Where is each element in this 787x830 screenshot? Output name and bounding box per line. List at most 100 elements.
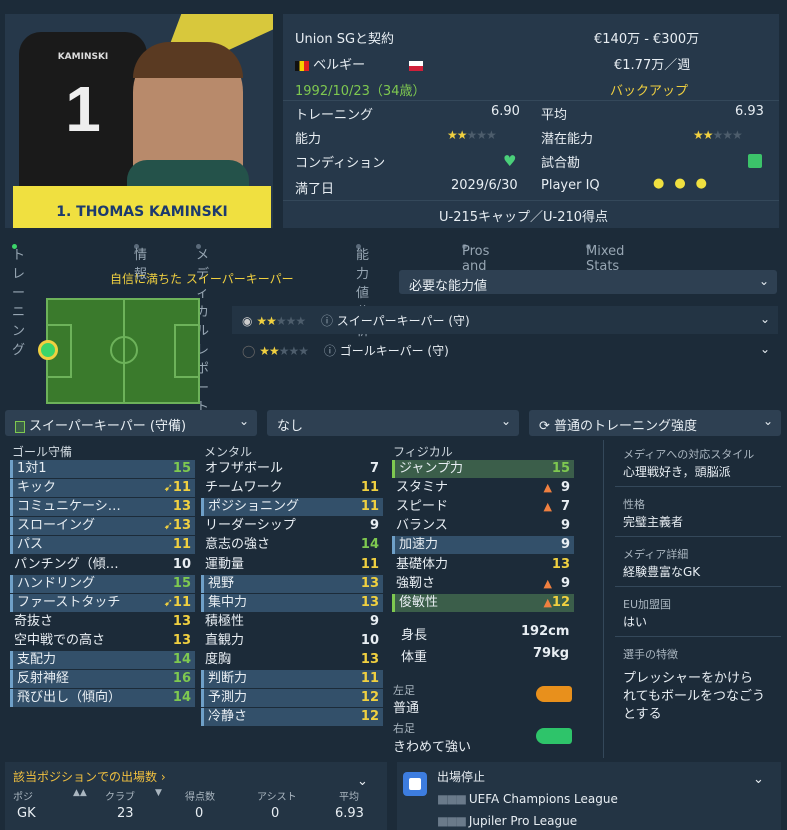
intensity-select[interactable]: ⟳ 普通のトレーニング強度 ⌄ <box>529 410 781 436</box>
attribute-row[interactable]: ハンドリング 15 <box>10 574 195 593</box>
attribute-label: 視野 <box>208 575 235 591</box>
belgium-flag-icon <box>295 60 309 71</box>
condition-label: コンディション <box>295 156 386 171</box>
attribute-row[interactable]: 飛び出し（傾向） 14 <box>10 689 195 708</box>
focus-select[interactable]: なし ⌄ <box>267 410 519 436</box>
attribute-row[interactable]: 意志の強さ 14 <box>201 536 383 554</box>
media-style-value: 心理戦好き，頭脳派 <box>623 465 731 479</box>
attribute-row[interactable]: ファーストタッチ 11 ➹ <box>10 593 195 612</box>
attribute-value: 7 <box>560 499 570 515</box>
role-label: スイーパーキーパー (守) <box>336 314 470 328</box>
attribute-value: 9 <box>560 480 570 496</box>
trend-up-icon: ➹ <box>163 519 173 533</box>
eu-label: EU加盟国 <box>623 598 672 611</box>
competition-row: ■■■ Jupiler Pro League <box>437 814 578 828</box>
expiry-value: 2029/6/30 <box>451 178 518 193</box>
attribute-label: ファーストタッチ <box>17 594 121 610</box>
trend-down-icon: ▲ <box>543 481 552 495</box>
gk-position-marker[interactable] <box>38 340 58 360</box>
attribute-label: 運動量 <box>205 556 245 572</box>
attribute-row[interactable]: 冷静さ 12 <box>201 708 383 727</box>
apps-cell: GK <box>17 806 36 821</box>
attribute-row[interactable]: 運動量 11 <box>201 556 383 574</box>
traits-line: とする <box>623 707 662 722</box>
personality-value: 完璧主義者 <box>623 515 684 529</box>
sort-icon[interactable]: ▲▲ <box>73 788 87 798</box>
training-value: 6.90 <box>491 104 520 119</box>
attribute-label: 度胸 <box>205 652 232 667</box>
attribute-row[interactable]: スローイング 13 ➹ <box>10 517 195 536</box>
position-select[interactable]: スイーパーキーパー (守備) ⌄ <box>5 410 257 436</box>
attribute-row[interactable]: 奇抜さ 13 <box>10 613 195 631</box>
attribute-row[interactable]: オフザボール 7 <box>201 460 383 478</box>
attribute-value: 15 <box>172 575 191 591</box>
attribute-row[interactable]: 直観力 10 <box>201 632 383 650</box>
media-desc-value: 経験豊富なGK <box>623 565 701 579</box>
attribute-row[interactable]: ジャンプ力 15 <box>392 460 574 478</box>
sort-icon[interactable]: ▼ <box>155 788 162 798</box>
gk-header: ゴール守備 <box>12 445 73 459</box>
attribute-row[interactable]: 集中力 13 <box>201 593 383 612</box>
attribute-row[interactable]: 予測力 12 <box>201 689 383 708</box>
iq-label: Player IQ <box>541 178 600 193</box>
attribute-row[interactable]: 基礎体力 13 <box>392 556 574 574</box>
chevron-down-icon[interactable]: ⌄ <box>753 772 764 787</box>
radio-icon: ◯ <box>242 344 256 358</box>
col-header: 平均 <box>339 792 359 803</box>
attribute-row[interactable]: パス 11 <box>10 536 195 555</box>
attribute-value: 7 <box>369 461 379 476</box>
attribute-label: 集中力 <box>208 594 248 610</box>
attribute-row[interactable]: コミュニケーシ… 13 <box>10 498 195 517</box>
attribute-row[interactable]: チームワーク 11 <box>201 479 383 497</box>
training-label: トレーニング <box>295 108 374 123</box>
attribute-row[interactable]: パンチング（傾… 10 <box>10 556 195 574</box>
trend-down-icon: ▲ <box>543 500 552 514</box>
attribute-row[interactable]: 度胸 13 <box>201 651 383 669</box>
attribute-row[interactable]: 俊敏性 12 ▲ <box>392 593 574 612</box>
chevron-down-icon: ⌄ <box>759 342 770 356</box>
attribute-row[interactable]: 視野 13 <box>201 574 383 593</box>
attribute-label: 支配力 <box>17 652 57 667</box>
personality-label: 性格 <box>623 498 645 511</box>
role-label: ゴールキーパー (守) <box>339 344 449 358</box>
attribute-row[interactable]: 空中戦での高さ 13 <box>10 632 195 650</box>
attribute-value: 12 <box>551 594 570 610</box>
attribute-row[interactable]: ポジショニング 11 <box>201 498 383 517</box>
attribute-row[interactable]: リーダーシップ 9 <box>201 517 383 535</box>
attribute-label: 積極性 <box>205 613 245 629</box>
trend-up-icon: ➹ <box>163 595 173 609</box>
chevron-down-icon[interactable]: ⌄ <box>357 774 368 789</box>
attribute-row[interactable]: 加速力 9 <box>392 536 574 555</box>
required-attr-select[interactable]: 必要な能力値 ⌄ <box>399 270 777 294</box>
attribute-row[interactable]: 積極性 9 <box>201 613 383 631</box>
role-row-sweeper[interactable]: ◉ ★★★★★ ⓘ スイーパーキーパー (守) ⌄ <box>232 306 778 334</box>
attribute-row[interactable]: スピード 7 ▲ <box>392 498 574 516</box>
appearances-link[interactable]: 該当ポジションでの出場数 › <box>13 768 166 785</box>
apps-cell: 23 <box>117 806 134 821</box>
attribute-row[interactable]: キック 11 ➹ <box>10 479 195 498</box>
ability-label: 能力 <box>295 132 322 147</box>
attribute-value: 14 <box>172 652 191 667</box>
position-pitch <box>38 298 200 404</box>
attribute-value: 13 <box>360 652 379 667</box>
contract-text[interactable]: Union SGと契約 <box>295 28 394 47</box>
attribute-row[interactable]: 支配力 14 <box>10 651 195 669</box>
attribute-row[interactable]: 判断力 11 <box>201 670 383 689</box>
attribute-label: チームワーク <box>205 480 283 496</box>
role-title: 自信に満ちた スイーパーキーパー <box>110 272 294 286</box>
attribute-row[interactable]: スタミナ 9 ▲ <box>392 479 574 497</box>
divider <box>283 100 779 101</box>
attribute-row[interactable]: バランス 9 <box>392 517 574 535</box>
chevron-down-icon: ⌄ <box>758 274 769 288</box>
iq-dots: ●●● <box>653 176 718 191</box>
attribute-row[interactable]: 反射神経 16 <box>10 670 195 689</box>
attribute-row[interactable]: 強靭さ 9 ▲ <box>392 575 574 593</box>
chevron-down-icon: ⌄ <box>759 312 770 326</box>
attribute-label: 俊敏性 <box>399 594 439 610</box>
tab-bar: トレーニング 情報 メディカルレポート 能力値分析 Pros and Cons … <box>12 244 625 415</box>
attribute-label: バランス <box>396 518 448 534</box>
attribute-value: 15 <box>551 461 570 476</box>
role-row-goalkeeper[interactable]: ◯ ★★★★★ ⓘ ゴールキーパー (守) ⌄ <box>232 336 778 364</box>
attribute-row[interactable]: 1対1 15 <box>10 460 195 478</box>
nationality[interactable]: ベルギー <box>295 54 424 73</box>
